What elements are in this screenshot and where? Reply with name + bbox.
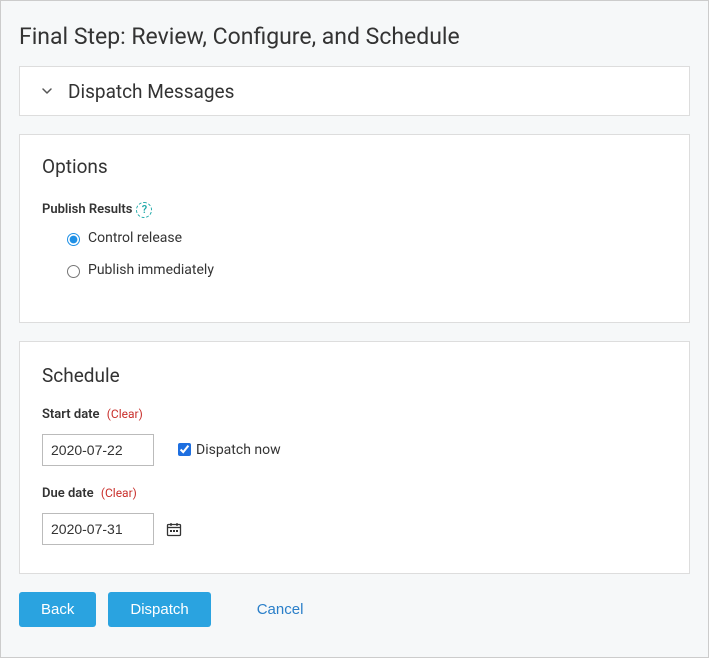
start-date-label-row: Start date (Clear) — [42, 407, 667, 422]
start-date-input[interactable] — [42, 434, 154, 466]
start-date-input-row: Dispatch now — [42, 434, 667, 466]
due-date-label-row: Due date (Clear) — [42, 486, 667, 501]
dispatch-messages-panel[interactable]: Dispatch Messages — [19, 66, 690, 116]
cancel-button[interactable]: Cancel — [243, 592, 318, 627]
page-title: Final Step: Review, Configure, and Sched… — [19, 23, 690, 50]
radio-control-release-input[interactable] — [67, 233, 80, 246]
start-date-label: Start date — [42, 407, 100, 422]
start-date-clear[interactable]: (Clear) — [107, 407, 143, 421]
radio-control-release[interactable]: Control release — [62, 230, 667, 246]
due-date-field: Due date (Clear) — [42, 486, 667, 545]
dispatch-now-checkbox-row[interactable]: Dispatch now — [174, 440, 281, 459]
radio-publish-immediately[interactable]: Publish immediately — [62, 262, 667, 278]
publish-results-label: Publish Results ? — [42, 202, 152, 218]
button-row: Back Dispatch Cancel — [19, 592, 690, 627]
options-panel: Options Publish Results ? Control releas… — [19, 134, 690, 323]
due-date-input[interactable] — [42, 513, 154, 545]
start-date-field: Start date (Clear) Dispatch now — [42, 407, 667, 466]
radio-control-release-label: Control release — [88, 230, 182, 246]
dispatch-now-label: Dispatch now — [196, 442, 281, 458]
schedule-panel: Schedule Start date (Clear) Dispatch now… — [19, 341, 690, 574]
dispatch-messages-title: Dispatch Messages — [68, 80, 234, 103]
radio-publish-immediately-input[interactable] — [67, 265, 80, 278]
help-icon[interactable]: ? — [136, 202, 152, 218]
page-container: Final Step: Review, Configure, and Sched… — [0, 0, 709, 658]
publish-results-radio-group: Control release Publish immediately — [42, 230, 667, 278]
options-heading: Options — [42, 155, 667, 178]
due-date-clear[interactable]: (Clear) — [101, 486, 137, 500]
publish-results-text: Publish Results — [42, 202, 132, 217]
schedule-heading: Schedule — [42, 364, 667, 387]
back-button[interactable]: Back — [19, 592, 96, 627]
radio-publish-immediately-label: Publish immediately — [88, 262, 214, 278]
due-date-label: Due date — [42, 486, 94, 501]
chevron-down-icon — [40, 84, 54, 98]
dispatch-now-checkbox[interactable] — [178, 443, 191, 456]
dispatch-button[interactable]: Dispatch — [108, 592, 210, 627]
due-date-input-row — [42, 513, 667, 545]
calendar-icon[interactable] — [166, 521, 182, 537]
